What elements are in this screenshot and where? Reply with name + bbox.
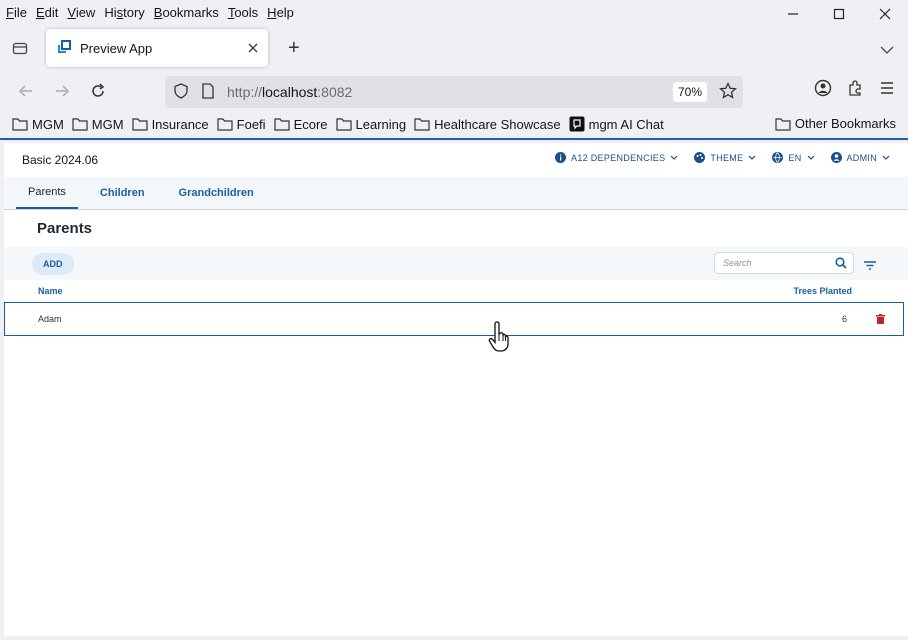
- chevron-down-icon: [670, 155, 678, 160]
- folder-icon: [72, 118, 88, 131]
- shield-icon[interactable]: [173, 82, 189, 102]
- menu-view[interactable]: View: [67, 5, 95, 20]
- bookmark-label: Foefi: [236, 116, 266, 132]
- url-scheme: http://: [227, 84, 263, 100]
- bookmarks-bar: MGM MGM Insurance Foefi Ecore Learning H…: [0, 110, 908, 140]
- url-port: :8082: [317, 84, 353, 100]
- bookmark-label: Healthcare Showcase: [434, 116, 561, 132]
- tab-parents[interactable]: Parents: [16, 176, 78, 209]
- user-menu[interactable]: ADMIN: [830, 152, 891, 163]
- search-input[interactable]: Search: [714, 252, 854, 274]
- table-row[interactable]: Adam 6: [4, 302, 904, 336]
- zoom-level[interactable]: 70%: [672, 82, 707, 102]
- list-all-tabs-icon[interactable]: [880, 42, 894, 60]
- bookmark-label: MGM: [91, 116, 124, 132]
- app-title: Basic 2024.06: [22, 153, 99, 167]
- tab-overview-icon[interactable]: [0, 40, 40, 56]
- search-placeholder: Search: [723, 258, 752, 268]
- bookmark-folder[interactable]: Ecore: [273, 116, 328, 132]
- dependencies-label: A12 DEPENDENCIES: [571, 152, 666, 163]
- palette-icon: [694, 152, 706, 163]
- tab-children[interactable]: Children: [88, 176, 157, 209]
- account-icon[interactable]: [814, 79, 832, 102]
- row-name: Adam: [38, 314, 62, 324]
- other-bookmarks[interactable]: Other Bookmarks: [775, 116, 896, 131]
- url-bar[interactable]: http://localhost:8082 70%: [165, 76, 743, 108]
- user-label: ADMIN: [846, 152, 877, 163]
- back-icon[interactable]: [14, 79, 38, 103]
- folder-icon: [12, 118, 28, 131]
- folder-icon: [775, 117, 791, 131]
- table-header: Name Trees Planted: [4, 280, 908, 302]
- menu-bookmarks[interactable]: Bookmarks: [154, 5, 219, 20]
- menu-file[interactable]: File: [6, 5, 27, 20]
- globe-icon: [772, 152, 784, 163]
- folder-icon: [414, 118, 430, 131]
- folder-icon: [217, 118, 233, 131]
- delete-icon[interactable]: [876, 314, 885, 326]
- menu-edit[interactable]: Edit: [36, 5, 58, 20]
- theme-label: THEME: [710, 152, 744, 163]
- theme-menu[interactable]: THEME: [694, 152, 756, 163]
- app-favicon-icon: [56, 39, 72, 58]
- add-button[interactable]: ADD: [32, 252, 74, 275]
- module-tabs: Parents Children Grandchildren: [4, 177, 908, 210]
- url-host: localhost: [262, 84, 318, 100]
- chevron-down-icon: [807, 155, 814, 160]
- bookmark-label: Other Bookmarks: [794, 116, 896, 131]
- language-menu[interactable]: EN: [772, 152, 814, 163]
- menu-help[interactable]: Help: [267, 5, 294, 20]
- page-icon[interactable]: [201, 82, 215, 102]
- section-title: Parents: [37, 220, 93, 237]
- close-tab-icon[interactable]: [248, 41, 258, 56]
- filter-icon[interactable]: [864, 257, 876, 275]
- user-icon: [830, 152, 842, 163]
- bookmark-label: Insurance: [151, 116, 209, 132]
- mgm-ai-chat-icon: [569, 116, 585, 132]
- hand-cursor-icon: [488, 320, 514, 359]
- forward-icon[interactable]: [50, 79, 74, 103]
- bookmark-label: mgm AI Chat: [588, 116, 664, 132]
- folder-icon: [273, 118, 290, 131]
- reload-icon[interactable]: [86, 79, 110, 103]
- search-icon[interactable]: [835, 257, 847, 271]
- bookmark-label: Learning: [355, 116, 407, 132]
- bookmark-folder[interactable]: MGM: [72, 117, 124, 132]
- new-tab-icon[interactable]: +: [288, 37, 300, 60]
- bookmark-folder[interactable]: Insurance: [131, 116, 209, 132]
- bookmark-label: Ecore: [293, 116, 328, 132]
- hamburger-menu-icon[interactable]: [878, 79, 896, 102]
- dependencies-menu[interactable]: A12 DEPENDENCIES: [555, 152, 678, 163]
- extensions-icon[interactable]: [846, 79, 864, 102]
- folder-icon: [131, 118, 148, 131]
- bookmark-folder[interactable]: Healthcare Showcase: [414, 116, 561, 132]
- tab-grandchildren[interactable]: Grandchildren: [167, 176, 266, 209]
- column-trees-header[interactable]: Trees Planted: [793, 286, 852, 296]
- tab-title: Preview App: [80, 40, 153, 56]
- menu-history[interactable]: History: [104, 5, 144, 20]
- row-trees-planted: 6: [841, 314, 847, 324]
- chevron-down-icon: [748, 155, 756, 160]
- bookmark-folder[interactable]: Foefi: [217, 117, 266, 132]
- tab-bar: Preview App +: [0, 24, 908, 72]
- column-name-header[interactable]: Name: [38, 286, 63, 296]
- menu-tools[interactable]: Tools: [228, 5, 258, 20]
- folder-icon: [335, 118, 352, 131]
- info-icon: [555, 152, 567, 163]
- bookmark-link[interactable]: mgm AI Chat: [569, 116, 664, 132]
- bookmark-folder[interactable]: Learning: [335, 116, 407, 132]
- bookmark-folder[interactable]: MGM: [12, 117, 64, 132]
- bookmark-label: MGM: [32, 116, 64, 132]
- browser-tab[interactable]: Preview App: [46, 29, 268, 67]
- list-toolbar: ADD Search: [4, 247, 908, 280]
- bookmark-star-icon[interactable]: [719, 81, 737, 103]
- menu-bar: File Edit View History Bookmarks Tools H…: [0, 0, 908, 24]
- nav-bar: http://localhost:8082 70%: [0, 72, 908, 110]
- language-label: EN: [788, 152, 802, 163]
- chevron-down-icon: [882, 155, 890, 160]
- app-header: Basic 2024.06 A12 DEPENDENCIES THEME EN …: [4, 143, 908, 177]
- page-content: Basic 2024.06 A12 DEPENDENCIES THEME EN …: [4, 143, 908, 636]
